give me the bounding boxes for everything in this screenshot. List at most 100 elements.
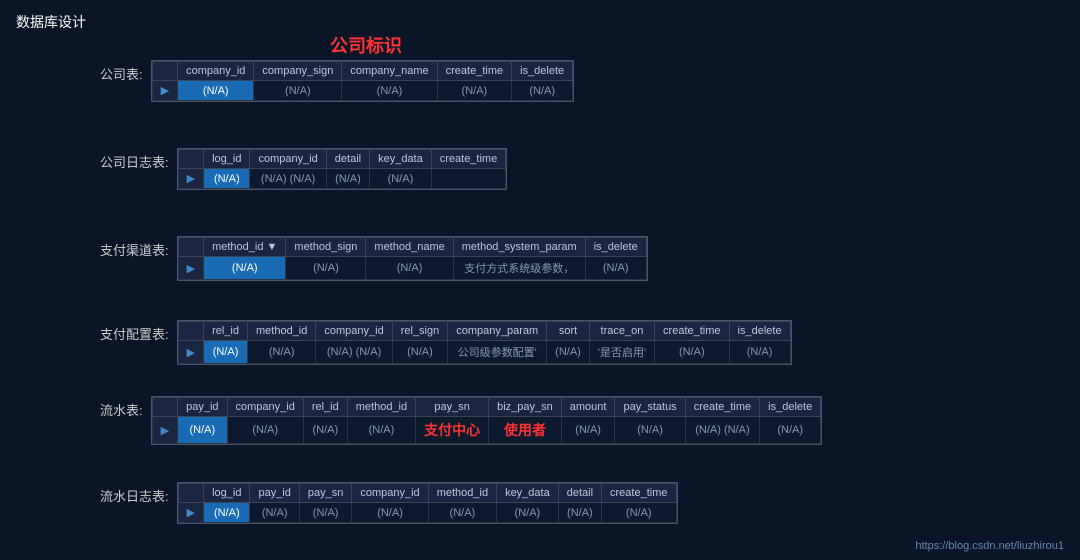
- bottom-link: https://blog.csdn.net/liuzhirou1: [915, 540, 1064, 552]
- cell-payment_config-2: (N/A) (N/A): [316, 341, 392, 364]
- cell-company-2: (N/A): [342, 81, 437, 101]
- col-header-company-3: create_time: [437, 62, 511, 81]
- col-header-payment_channel-4: is_delete: [585, 238, 646, 257]
- cell-company_log-4: [431, 169, 505, 189]
- col-header-payment_config-4: company_param: [448, 322, 547, 341]
- cell-flow_log-3: (N/A): [352, 503, 428, 523]
- col-header-payment_config-8: is_delete: [729, 322, 790, 341]
- col-header-flow_log-3: company_id: [352, 484, 428, 503]
- cell-flow-1: (N/A): [227, 417, 303, 444]
- col-header-flow_log-1: pay_id: [250, 484, 299, 503]
- cell-payment_channel-3: 支付方式系统级参数，: [453, 257, 585, 280]
- cell-company_log-2: (N/A): [326, 169, 369, 189]
- col-header-company_log-1: company_id: [250, 150, 326, 169]
- col-header-flow-0: pay_id: [178, 398, 227, 417]
- col-header-flow-1: company_id: [227, 398, 303, 417]
- cell-payment_channel-0: (N/A): [204, 257, 286, 280]
- table-section-payment_channel: 支付渠道表: method_id ▼method_signmethod_namem…: [100, 236, 648, 281]
- col-header-payment_config-7: create_time: [655, 322, 729, 341]
- table-section-flow: 流水表: pay_idcompany_idrel_idmethod_idpay_s…: [100, 396, 822, 445]
- cell-company-1: (N/A): [254, 81, 342, 101]
- cell-company-0: (N/A): [178, 81, 254, 101]
- col-header-payment_config-1: method_id: [248, 322, 316, 341]
- cell-company_log-3: (N/A): [370, 169, 432, 189]
- col-header-company_log-2: detail: [326, 150, 369, 169]
- cell-flow-0: (N/A): [178, 417, 227, 444]
- cell-payment_config-7: (N/A): [655, 341, 729, 364]
- cell-company_log-0: (N/A): [204, 169, 250, 189]
- col-header-flow_log-5: key_data: [497, 484, 559, 503]
- cell-payment_config-3: (N/A): [392, 341, 448, 364]
- col-header-payment_channel-1: method_sign: [286, 238, 366, 257]
- col-header-flow-8: create_time: [685, 398, 759, 417]
- db-table-company: company_idcompany_signcompany_namecreate…: [151, 60, 575, 102]
- company-label: 公司标识: [330, 32, 402, 58]
- cell-flow_log-7: (N/A): [602, 503, 676, 523]
- cell-company_log-1: (N/A) (N/A): [250, 169, 326, 189]
- cell-flow_log-4: (N/A): [428, 503, 496, 523]
- col-header-flow-2: rel_id: [303, 398, 347, 417]
- cell-flow-2: (N/A): [303, 417, 347, 444]
- col-header-flow_log-6: detail: [558, 484, 601, 503]
- cell-flow-5: 使用者: [489, 417, 562, 444]
- cell-flow_log-5: (N/A): [497, 503, 559, 523]
- col-header-flow_log-2: pay_sn: [299, 484, 351, 503]
- section-label-payment_channel: 支付渠道表:: [100, 236, 169, 259]
- col-header-company_log-3: key_data: [370, 150, 432, 169]
- cell-company-4: (N/A): [512, 81, 573, 101]
- cell-company-3: (N/A): [437, 81, 511, 101]
- cell-flow-7: (N/A): [615, 417, 685, 444]
- db-table-payment_channel: method_id ▼method_signmethod_namemethod_…: [177, 236, 648, 281]
- col-header-flow-3: method_id: [347, 398, 415, 417]
- cell-flow-3: (N/A): [347, 417, 415, 444]
- cell-payment_config-4: 公司级参数配置': [448, 341, 547, 364]
- cell-payment_channel-4: (N/A): [585, 257, 646, 280]
- db-table-payment_config: rel_idmethod_idcompany_idrel_signcompany…: [177, 320, 792, 365]
- cell-payment_config-5: (N/A): [547, 341, 590, 364]
- col-header-flow-6: amount: [561, 398, 615, 417]
- section-label-payment_config: 支付配置表:: [100, 320, 169, 343]
- col-header-company_log-0: log_id: [204, 150, 250, 169]
- db-table-flow_log: log_idpay_idpay_sncompany_idmethod_idkey…: [177, 482, 678, 524]
- cell-payment_config-6: '是否启用': [589, 341, 654, 364]
- col-header-flow_log-0: log_id: [204, 484, 250, 503]
- cell-payment_channel-1: (N/A): [286, 257, 366, 280]
- section-label-company_log: 公司日志表:: [100, 148, 169, 171]
- cell-flow-9: (N/A): [760, 417, 821, 444]
- col-header-flow_log-7: create_time: [602, 484, 676, 503]
- page-title: 数据库设计: [16, 12, 86, 32]
- col-header-payment_config-5: sort: [547, 322, 590, 341]
- table-section-company_log: 公司日志表: log_idcompany_iddetailkey_datacrea…: [100, 148, 507, 190]
- col-header-flow-4: pay_sn: [416, 398, 489, 417]
- col-header-company-1: company_sign: [254, 62, 342, 81]
- col-header-payment_channel-2: method_name: [366, 238, 453, 257]
- col-header-payment_config-6: trace_on: [589, 322, 654, 341]
- col-header-payment_config-2: company_id: [316, 322, 392, 341]
- table-section-flow_log: 流水日志表: log_idpay_idpay_sncompany_idmethod…: [100, 482, 678, 524]
- table-section-company: 公司表: company_idcompany_signcompany_namecr…: [100, 60, 574, 102]
- col-header-company-0: company_id: [178, 62, 254, 81]
- cell-flow_log-2: (N/A): [299, 503, 351, 523]
- col-header-payment_config-3: rel_sign: [392, 322, 448, 341]
- cell-payment_channel-2: (N/A): [366, 257, 453, 280]
- col-header-payment_config-0: rel_id: [204, 322, 248, 341]
- db-table-company_log: log_idcompany_iddetailkey_datacreate_tim…: [177, 148, 508, 190]
- cell-flow-8: (N/A) (N/A): [685, 417, 759, 444]
- cell-payment_config-1: (N/A): [248, 341, 316, 364]
- col-header-flow_log-4: method_id: [428, 484, 496, 503]
- col-header-flow-5: biz_pay_sn: [489, 398, 562, 417]
- section-label-flow: 流水表:: [100, 396, 143, 419]
- cell-payment_config-0: (N/A): [204, 341, 248, 364]
- cell-flow_log-1: (N/A): [250, 503, 299, 523]
- col-header-company_log-4: create_time: [431, 150, 505, 169]
- table-section-payment_config: 支付配置表:rel_idmethod_idcompany_idrel_signc…: [100, 320, 792, 365]
- cell-flow-4: 支付中心: [416, 417, 489, 444]
- col-header-company-4: is_delete: [512, 62, 573, 81]
- col-header-company-2: company_name: [342, 62, 437, 81]
- col-header-flow-9: is_delete: [760, 398, 821, 417]
- cell-flow_log-6: (N/A): [558, 503, 601, 523]
- col-header-payment_channel-0: method_id ▼: [204, 238, 286, 257]
- db-table-flow: pay_idcompany_idrel_idmethod_idpay_snbiz…: [151, 396, 823, 445]
- section-label-company: 公司表:: [100, 60, 143, 83]
- section-label-flow_log: 流水日志表:: [100, 482, 169, 505]
